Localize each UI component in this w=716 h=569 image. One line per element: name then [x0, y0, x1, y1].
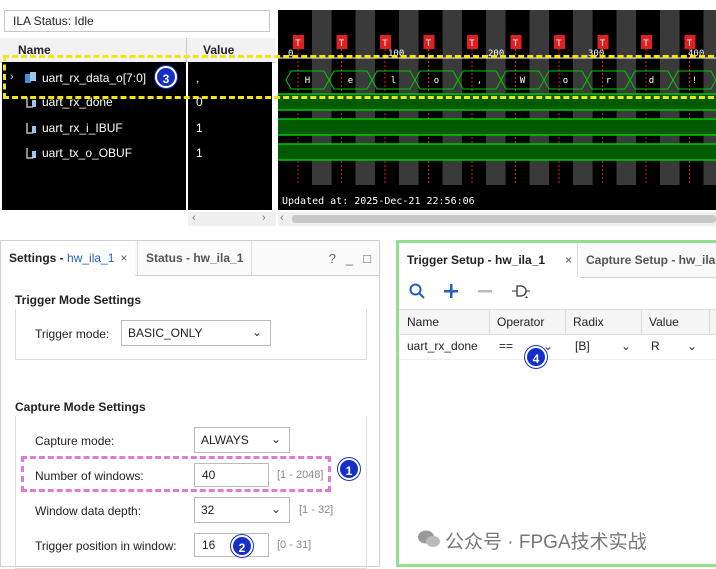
gate-icon[interactable] — [511, 283, 531, 304]
trigpos-label: Trigger position in window: — [35, 539, 177, 553]
radix-select[interactable]: [B] — [575, 339, 590, 353]
ila-status: ILA Status: Idle — [4, 10, 270, 32]
scroll-left-icon[interactable]: ‹ — [192, 212, 196, 224]
scroll-right-icon[interactable]: › — [262, 212, 266, 224]
col-radix[interactable]: Radix — [573, 315, 604, 329]
tab-settings[interactable]: Settings - hw_ila_1 × — [1, 241, 135, 277]
bit-fill — [278, 119, 716, 135]
chevron-down-icon: ⌄ — [271, 502, 281, 516]
settings-tabbar: Settings - hw_ila_1 × Status - hw_ila_1 ?… — [1, 241, 379, 276]
capture-mode-title: Capture Mode Settings — [15, 400, 146, 414]
col-name[interactable]: Name — [407, 315, 439, 329]
trigger-marker-label: T — [426, 39, 432, 49]
col-value[interactable]: Value — [649, 315, 679, 329]
badge-1: 1 — [338, 458, 360, 480]
windows-label: Number of windows: — [35, 469, 144, 483]
depth-select[interactable]: 32 ⌄ — [194, 497, 290, 523]
scroll-left-icon[interactable]: ‹ — [280, 212, 284, 224]
chevron-down-icon[interactable]: ⌄ — [621, 339, 631, 353]
tab-capture-setup[interactable]: Capture Setup - hw_ila — [577, 243, 716, 277]
operator-select[interactable]: == — [499, 339, 513, 353]
settings-panel: Settings - hw_ila_1 × Status - hw_ila_1 ?… — [0, 240, 380, 567]
signal-row-rx-ibuf[interactable]: uart_rx_i_IBUF — [2, 116, 186, 140]
close-icon[interactable]: × — [120, 251, 127, 265]
probe-name: uart_rx_done — [407, 339, 478, 353]
signal-value: 1 — [196, 121, 203, 145]
panel-controls: ? _ □ — [319, 251, 371, 266]
waveform-canvas[interactable]: TTTTTTTTTTT0100200300400Helo,Word! — [278, 10, 716, 210]
windows-range: [1 - 2048] — [277, 469, 323, 481]
depth-range: [1 - 32] — [299, 504, 333, 516]
waveform-viewer[interactable]: TTTTTTTTTTT0100200300400Helo,Word! Updat… — [278, 10, 716, 210]
value-select[interactable]: R — [651, 339, 660, 353]
tab-trigger-setup[interactable]: Trigger Setup - hw_ila_1 × — [399, 243, 580, 279]
watermark-text: 公众号 · FPGA技术实战 — [445, 532, 647, 553]
minimize-icon[interactable]: _ — [346, 251, 353, 266]
signal-name: uart_tx_o_OBUF — [42, 146, 132, 160]
trigpos-range: [0 - 31] — [277, 539, 311, 551]
selected-value: BASIC_ONLY — [128, 326, 202, 340]
trigger-tabbar: Trigger Setup - hw_ila_1 × Capture Setup … — [399, 243, 716, 278]
help-icon[interactable]: ? — [329, 251, 336, 266]
tab-label-link: hw_ila_1 — [67, 251, 114, 265]
col-operator[interactable]: Operator — [497, 315, 544, 329]
add-icon[interactable] — [443, 283, 459, 304]
badge-2: 2 — [231, 535, 253, 557]
scroll-thumb[interactable] — [292, 215, 716, 223]
watermark: 公众号 · FPGA技术实战 — [445, 527, 647, 554]
updated-timestamp: Updated at: 2025-Dec-21 22:56:06 — [282, 196, 475, 207]
trigger-marker-label: T — [295, 39, 301, 49]
trigger-mode-select[interactable]: BASIC_ONLY ⌄ — [121, 320, 271, 346]
trigger-marker-label: T — [687, 39, 693, 49]
capture-mode-select[interactable]: ALWAYS ⌄ — [194, 427, 290, 453]
trigger-marker-label: T — [382, 39, 388, 49]
tab-label: Settings - — [9, 251, 67, 265]
trigger-marker-label: T — [643, 39, 649, 49]
selected-value: ALWAYS — [201, 433, 249, 447]
signal-row-tx-obuf[interactable]: uart_tx_o_OBUF — [2, 141, 186, 165]
trigger-marker-label: T — [339, 39, 345, 49]
maximize-icon[interactable]: □ — [363, 251, 371, 266]
badge-4: 4 — [525, 346, 547, 368]
badge-3: 3 — [155, 66, 177, 88]
close-icon[interactable]: × — [565, 253, 572, 267]
wechat-icon — [417, 529, 441, 549]
search-icon[interactable] — [409, 283, 425, 304]
signal-panel: ILA Status: Idle Name Value › uart_rx_da… — [0, 0, 276, 230]
chevron-down-icon: ⌄ — [252, 325, 262, 339]
trigger-marker-label: T — [600, 39, 606, 49]
trigger-mode-title: Trigger Mode Settings — [15, 293, 141, 307]
trigger-table-header: Name Operator Radix Value — [399, 309, 716, 335]
tab-status[interactable]: Status - hw_ila_1 — [137, 241, 252, 275]
highlight-box-yellow — [3, 55, 716, 99]
signal-value: 1 — [196, 146, 203, 170]
remove-icon[interactable] — [477, 283, 493, 304]
signal-name: uart_rx_i_IBUF — [42, 121, 123, 135]
value-scrollbar[interactable]: ‹ › — [188, 212, 276, 226]
bit-fill — [278, 144, 716, 160]
trigger-setup-panel: Trigger Setup - hw_ila_1 × Capture Setup … — [396, 240, 716, 567]
table-row[interactable]: uart_rx_done == ⌄ [B] ⌄ R ⌄ — [399, 333, 716, 360]
chevron-down-icon: ⌄ — [271, 432, 281, 446]
tab-label: Trigger Setup - hw_ila_1 — [407, 253, 545, 267]
wire-icon — [24, 121, 36, 135]
wire-icon — [24, 146, 36, 160]
chevron-down-icon[interactable]: ⌄ — [687, 339, 697, 353]
selected-value: 32 — [201, 503, 214, 517]
trigger-marker-label: T — [513, 39, 519, 49]
depth-label: Window data depth: — [35, 504, 141, 518]
trigger-mode-label: Trigger mode: — [35, 327, 109, 341]
trigger-marker-label: T — [556, 39, 562, 49]
waveform-scrollbar[interactable]: ‹ — [278, 212, 716, 226]
capture-mode-label: Capture mode: — [35, 434, 114, 448]
windows-input[interactable]: 40 — [194, 463, 269, 487]
trigger-toolbar — [405, 279, 716, 309]
trigger-marker-label: T — [469, 39, 475, 49]
